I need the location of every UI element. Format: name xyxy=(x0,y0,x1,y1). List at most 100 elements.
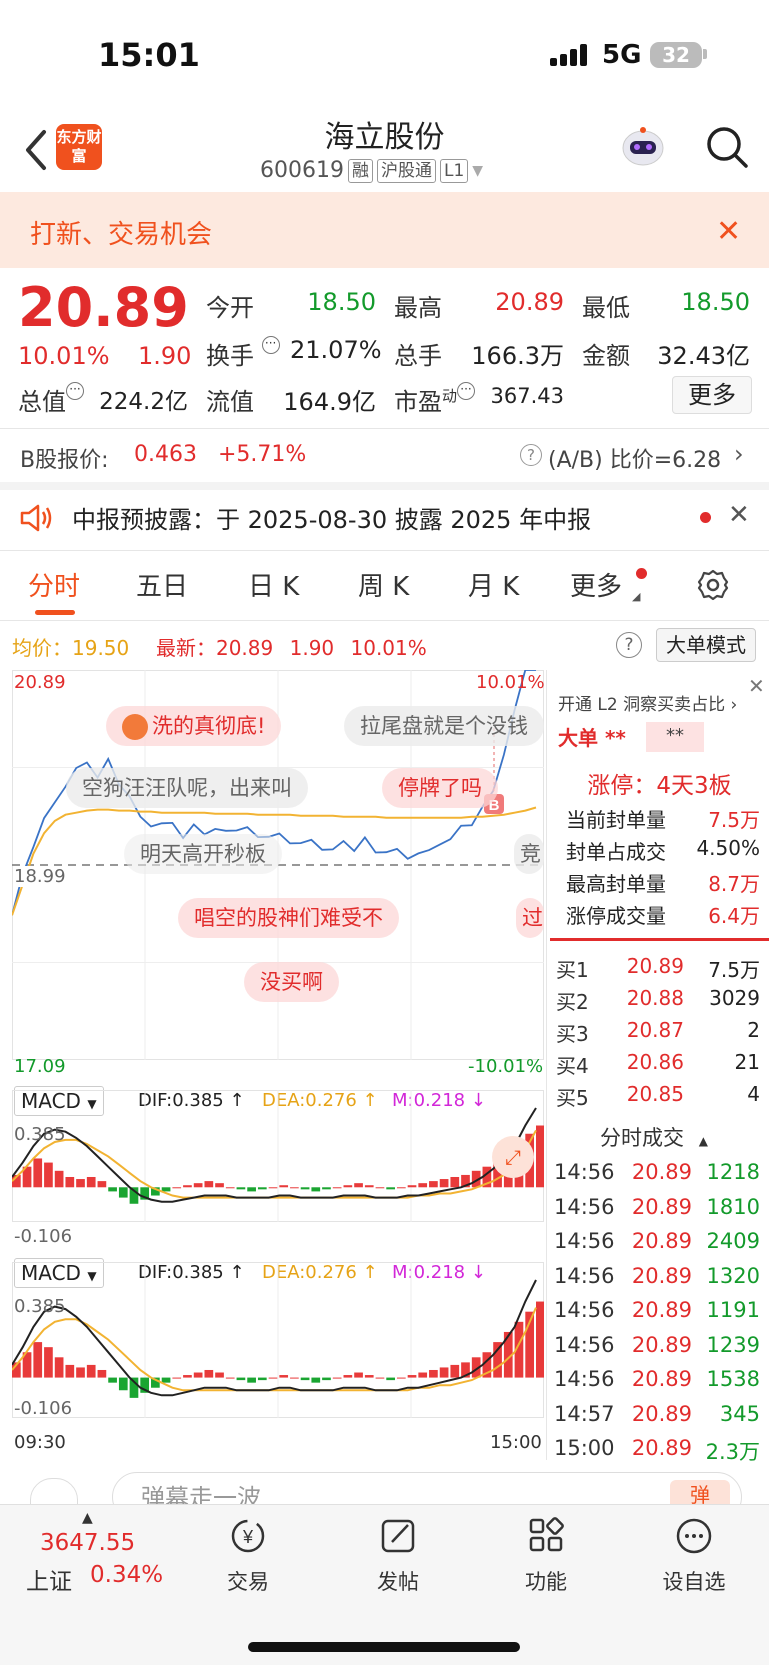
tab-weekly-k[interactable]: 周 K xyxy=(358,566,409,603)
more-dots-icon[interactable]: ··· xyxy=(66,382,84,400)
masked-value: ** xyxy=(646,722,704,752)
barrage-bubble[interactable]: 明天高开秒板 xyxy=(124,834,282,874)
close-icon[interactable]: ✕ xyxy=(728,500,750,530)
barrage-bubble[interactable]: 洗的真彻底! xyxy=(106,706,282,746)
macd-bar xyxy=(108,1377,117,1383)
macd-bar xyxy=(290,1187,299,1189)
barrage-bubble[interactable]: 空狗汪汪队呢，出来叫 xyxy=(66,768,308,808)
tab-daily-k[interactable]: 日 K xyxy=(248,566,299,603)
macd-bar xyxy=(193,1183,203,1188)
index-pct[interactable]: 0.34% xyxy=(90,1562,163,1588)
macd-chart[interactable] xyxy=(12,1090,544,1222)
macd-top-label: 0.385 xyxy=(14,1124,66,1145)
macd-bar xyxy=(450,1176,460,1188)
nav-post[interactable]: 发帖 xyxy=(338,1516,458,1596)
tab-more[interactable]: 更多 xyxy=(570,566,622,603)
macd-bar xyxy=(322,1187,331,1190)
seal-stat-row: 最高封单量 8.7万 xyxy=(566,872,760,896)
more-button[interactable]: 更多 xyxy=(672,376,752,414)
barrage-bubble[interactable]: 竞 xyxy=(514,834,544,874)
macd-bar xyxy=(396,1377,406,1379)
pe-value: 367.43 xyxy=(490,384,564,408)
caret-icon: ◢ xyxy=(632,590,641,603)
macd-bar xyxy=(429,1181,438,1188)
macd-bar xyxy=(86,1176,96,1188)
macd-bar xyxy=(247,1187,256,1192)
macd-chart[interactable] xyxy=(12,1262,544,1418)
seal-stat-row: 涨停成交量 6.4万 xyxy=(566,904,760,928)
edit-icon xyxy=(381,1519,415,1553)
ab-ratio[interactable]: (A/B) 比价=6.28 xyxy=(548,442,721,474)
macd-bar xyxy=(300,1377,310,1381)
low-label: 最低 xyxy=(582,294,630,322)
macd-bar xyxy=(407,1375,417,1378)
gear-icon[interactable] xyxy=(696,568,730,602)
divider xyxy=(550,938,769,941)
macd-bar xyxy=(354,1372,363,1378)
status-time: 15:01 xyxy=(98,36,200,74)
change-pct: 10.01% xyxy=(18,342,110,370)
low-value: 18.50 xyxy=(681,288,750,316)
help-icon[interactable]: ? xyxy=(616,632,642,658)
macd-bar xyxy=(118,1187,128,1198)
tab-intraday[interactable]: 分时 xyxy=(28,566,80,603)
macd-bar xyxy=(204,1181,214,1188)
close-icon[interactable]: ✕ xyxy=(748,674,765,698)
notice-text[interactable]: 中报预披露：于 2025-08-30 披露 2025 年中报 xyxy=(72,500,591,535)
tab-monthly-k[interactable]: 月 K xyxy=(468,566,519,603)
barrage-bubble[interactable]: 拉尾盘就是个没钱 xyxy=(344,706,544,746)
macd-bar xyxy=(33,1342,43,1378)
macd-bar xyxy=(418,1183,428,1188)
more-dots-icon[interactable]: ··· xyxy=(261,336,280,354)
index-name[interactable]: 上证 xyxy=(26,1562,72,1596)
macd-bar xyxy=(375,1377,385,1379)
macd-bar xyxy=(65,1364,75,1378)
search-icon[interactable] xyxy=(704,124,750,170)
tab-5day[interactable]: 五日 xyxy=(136,566,188,603)
high-label: 最高 xyxy=(394,294,442,322)
macd-bar xyxy=(215,1372,224,1378)
index-value[interactable]: 3647.55 xyxy=(40,1530,135,1556)
volume-label: 总手 xyxy=(394,342,442,370)
big-order-label: 大单 ** xyxy=(558,726,626,750)
l2-upgrade-link[interactable]: 开通 L2 洞察买卖占比 › xyxy=(558,690,737,715)
close-icon[interactable]: ✕ xyxy=(716,214,741,249)
high-value: 20.89 xyxy=(495,288,564,316)
stock-code-row[interactable]: 600619 融 沪股通 L1 ▼ xyxy=(260,158,483,183)
macd-bar xyxy=(322,1377,331,1381)
mktcap-label: 总值 ··· xyxy=(18,382,84,417)
barrage-bubble[interactable]: 没买啊 xyxy=(244,962,339,1002)
open-value: 18.50 xyxy=(307,288,376,316)
barrage-bubble[interactable]: 唱空的股神们难受不 xyxy=(178,898,399,938)
nav-add-watchlist[interactable]: 设自选 xyxy=(634,1516,754,1596)
chevron-down-icon: ▼ xyxy=(472,162,484,179)
ticks-title[interactable]: 分时成交 ▲ xyxy=(600,1122,708,1152)
chevron-right-icon[interactable]: › xyxy=(734,440,744,468)
home-indicator xyxy=(248,1642,520,1652)
macd-bar xyxy=(343,1185,353,1188)
tick-row: 14:56 20.89 2409 xyxy=(554,1229,760,1253)
tick-row: 14:56 20.89 1810 xyxy=(554,1194,760,1219)
nav-function[interactable]: 功能 xyxy=(486,1516,606,1596)
tab-indicator xyxy=(35,610,75,615)
macd-bar xyxy=(439,1179,449,1188)
robot-assistant-icon[interactable] xyxy=(618,126,668,172)
chart-info: 均价：19.50 最新：20.89 1.90 10.01% xyxy=(12,632,427,661)
nav-trade[interactable]: ¥ 交易 xyxy=(188,1516,308,1596)
big-order-mode-button[interactable]: 大单模式 xyxy=(656,628,756,662)
macd-bar xyxy=(44,1347,53,1378)
amount-label: 金额 xyxy=(582,342,630,370)
macd-bar xyxy=(429,1369,438,1378)
barrage-bubble[interactable]: 过 xyxy=(516,898,544,938)
tick-row: 14:56 20.89 1320 xyxy=(554,1263,760,1288)
expand-icon[interactable]: ⤢ xyxy=(492,1136,534,1178)
macd-bar xyxy=(183,1185,192,1188)
more-dots-icon[interactable]: ··· xyxy=(457,382,476,400)
macd-bar xyxy=(161,1187,171,1192)
macd-bar xyxy=(418,1372,428,1378)
macd-bar xyxy=(108,1187,117,1192)
help-icon[interactable]: ? xyxy=(520,444,542,466)
signal-icon xyxy=(550,44,587,66)
barrage-bubble[interactable]: 停牌了吗 xyxy=(382,768,498,808)
macd-bar xyxy=(97,1181,107,1188)
